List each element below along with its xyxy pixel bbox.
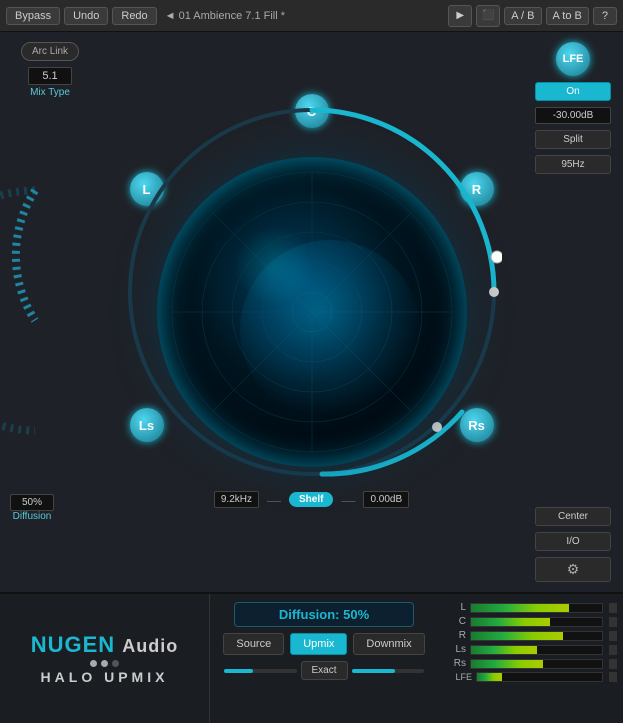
center-area: C L R Ls Rs (100, 32, 523, 592)
center-button[interactable]: Center (535, 507, 611, 526)
visualizer-container: C L R Ls Rs (122, 102, 502, 522)
right-meters: L C R Ls Rs (438, 594, 623, 723)
nugen-logo: NUGEN Audio (31, 632, 179, 658)
speaker-LFE[interactable]: LFE (556, 42, 590, 76)
meter-row-L: L (444, 602, 617, 613)
diffusion-label: Diffusion (10, 511, 54, 522)
sep1: — (267, 492, 281, 508)
meter-bar-Ls (470, 645, 603, 655)
redo-button[interactable]: Redo (112, 7, 156, 25)
meter-end-C (609, 617, 617, 627)
meter-end-L (609, 603, 617, 613)
nu-text: NU (31, 632, 65, 657)
ab-button[interactable]: A / B (504, 7, 541, 25)
toolbar: Bypass Undo Redo ◄ 01 Ambience 7.1 Fill … (0, 0, 623, 32)
arc-link-button[interactable]: Arc Link (21, 42, 79, 61)
meter-label-L: L (444, 602, 466, 613)
gen-text: GEN (64, 632, 115, 657)
meter-label-R: R (444, 630, 466, 641)
freq-button[interactable]: 95Hz (535, 155, 611, 174)
mode-buttons: Source Upmix Downmix (223, 633, 424, 655)
right-panel: LFE On -30.00dB Split 95Hz Center I/O ⚙ (523, 32, 623, 592)
slider-fill-2 (352, 669, 396, 673)
meter-row-Ls: Ls (444, 644, 617, 655)
meter-fill-C (471, 618, 550, 626)
left-panel: Arc Link 5.1 Mix Type 50% Diffusion (0, 32, 100, 592)
meter-row-C: C (444, 616, 617, 627)
a-to-b-button[interactable]: A to B (546, 7, 589, 25)
nugen-dots (90, 660, 119, 667)
meter-fill-R (471, 632, 563, 640)
mix-type-value[interactable]: 5.1 (28, 67, 72, 85)
meter-label-C: C (444, 616, 466, 627)
diffusion-section: 50% Diffusion (10, 494, 54, 522)
track-title: ◄ 01 Ambience 7.1 Fill * (165, 10, 285, 22)
meter-bar-L (470, 603, 603, 613)
main-area: Arc Link 5.1 Mix Type 50% Diffusion C L (0, 32, 623, 592)
sep2: — (341, 492, 355, 508)
meter-bar-LFE (476, 672, 603, 682)
downmix-button[interactable]: Downmix (353, 633, 424, 655)
slider-row: Exact (224, 661, 424, 680)
io-button[interactable]: I/O (535, 532, 611, 551)
meter-fill-Ls (471, 646, 537, 654)
meter-fill-LFE (477, 673, 502, 681)
meter-row-R: R (444, 630, 617, 641)
shelf-button[interactable]: Shelf (289, 492, 333, 507)
center-glow (234, 226, 314, 306)
meter-label-Rs: Rs (444, 658, 466, 669)
meter-bar-Rs (470, 659, 603, 669)
bottom-section: NUGEN Audio HALO UPMIX Diffusion: 50% So… (0, 592, 623, 723)
gear-button[interactable]: ⚙ (535, 557, 611, 582)
freq-box[interactable]: 9.2kHz (214, 491, 259, 508)
meter-fill-L (471, 604, 569, 612)
dot-1 (90, 660, 97, 667)
bottom-center: Diffusion: 50% Source Upmix Downmix Exac… (210, 594, 438, 723)
slider-fill (224, 669, 253, 673)
dot-2 (101, 660, 108, 667)
play-button[interactable]: ▶ (448, 5, 472, 27)
meter-end-Rs (609, 659, 617, 669)
record-button[interactable]: ⬛ (476, 5, 500, 27)
meter-fill-Rs (471, 660, 543, 668)
bypass-button[interactable]: Bypass (6, 7, 60, 25)
meter-label-Ls: Ls (444, 644, 466, 655)
halo-upmix-label: HALO UPMIX (41, 669, 169, 685)
undo-button[interactable]: Undo (64, 7, 108, 25)
meter-row-Rs: Rs (444, 658, 617, 669)
diffusion-percent: 50% (10, 494, 54, 511)
meter-end-R (609, 631, 617, 641)
source-button[interactable]: Source (223, 633, 284, 655)
meter-row-LFE: LFE (444, 672, 617, 682)
lfe-on-button[interactable]: On (535, 82, 611, 101)
brand-section: NUGEN Audio HALO UPMIX (0, 594, 210, 723)
meter-end-Ls (609, 645, 617, 655)
audio-text: Audio (122, 636, 178, 656)
meter-bar-R (470, 631, 603, 641)
meter-bar-C (470, 617, 603, 627)
exact-button[interactable]: Exact (301, 661, 348, 680)
dot-3 (112, 660, 119, 667)
gain-box[interactable]: 0.00dB (363, 491, 409, 508)
inner-circle (157, 157, 467, 467)
upmix-button[interactable]: Upmix (290, 633, 347, 655)
lfe-gain-value[interactable]: -30.00dB (535, 107, 611, 124)
meter-end-LFE (609, 672, 617, 682)
diffusion-arc (0, 171, 40, 454)
slider-track[interactable] (224, 669, 297, 673)
split-button[interactable]: Split (535, 130, 611, 149)
meter-label-LFE: LFE (444, 672, 472, 682)
mix-type-label: Mix Type (30, 87, 70, 98)
slider-track-2[interactable] (352, 669, 425, 673)
help-button[interactable]: ? (593, 7, 617, 25)
diffusion-display: Diffusion: 50% (234, 602, 414, 627)
bottom-controls: 9.2kHz — Shelf — 0.00dB (122, 485, 502, 514)
